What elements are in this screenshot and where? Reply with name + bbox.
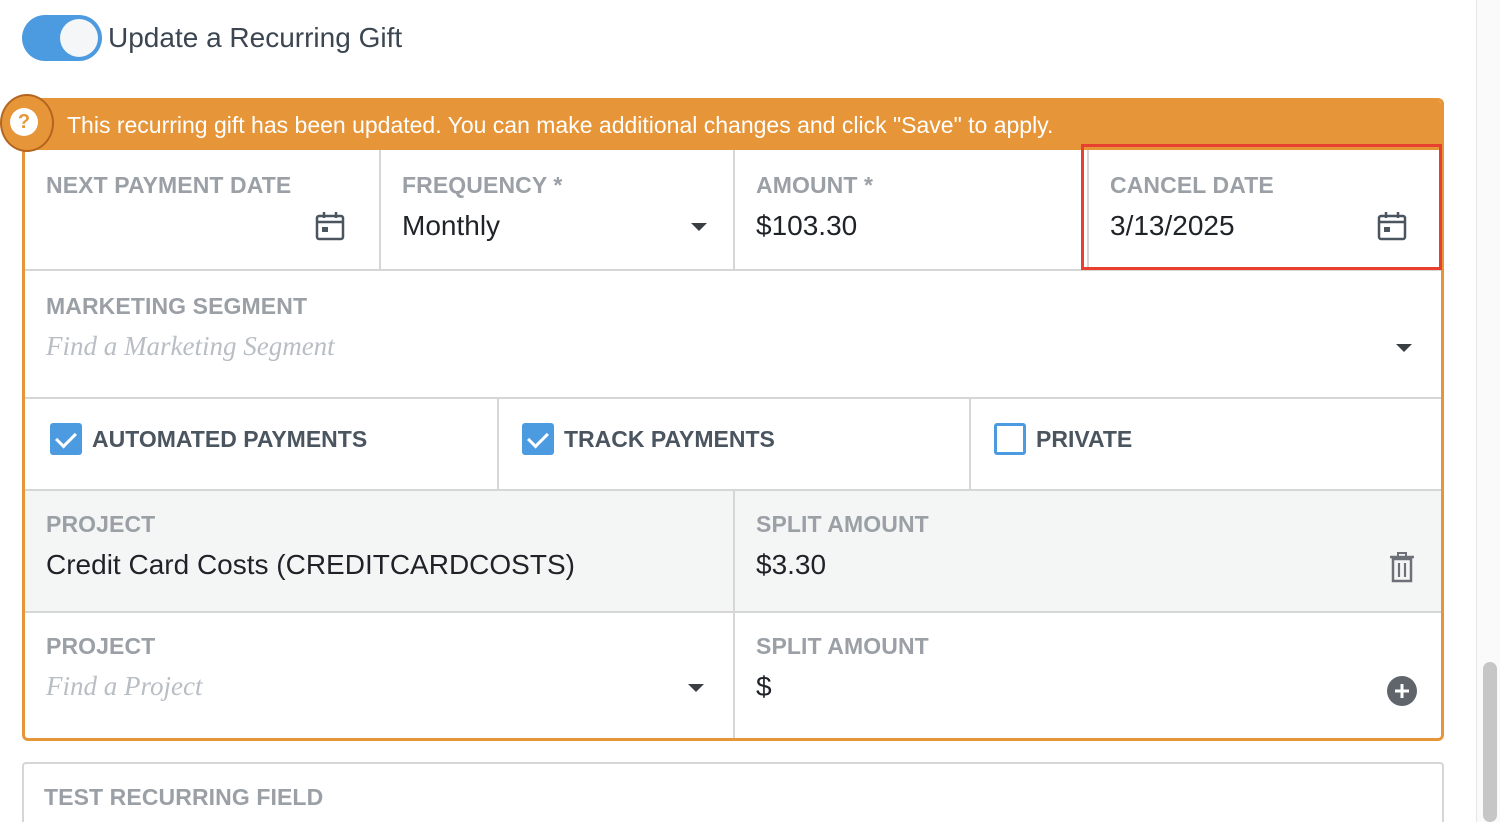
private-option[interactable]: PRIVATE (994, 423, 1132, 455)
private-label: PRIVATE (1036, 425, 1133, 452)
track-payments-label: TRACK PAYMENTS (564, 425, 775, 452)
marketing-segment-field[interactable]: MARKETING SEGMENT Find a Marketing Segme… (25, 271, 1441, 397)
divider (733, 150, 735, 269)
split-amount-label: SPLIT AMOUNT (756, 633, 929, 659)
test-recurring-field[interactable]: TEST RECURRING FIELD (22, 762, 1444, 822)
payment-options-row: AUTOMATED PAYMENTS TRACK PAYMENTS PRIVAT… (25, 399, 1441, 489)
private-checkbox[interactable] (994, 423, 1026, 455)
next-payment-date-label: NEXT PAYMENT DATE (46, 172, 292, 198)
frequency-value: Monthly (402, 210, 501, 241)
project-label: PROJECT (46, 511, 156, 537)
plus-circle-icon[interactable] (1386, 675, 1418, 707)
divider (733, 613, 735, 738)
frequency-label: FREQUENCY * (402, 172, 563, 198)
update-recurring-gift-toggle[interactable] (22, 15, 102, 61)
chevron-down-icon[interactable] (1396, 344, 1412, 352)
frequency-field[interactable]: FREQUENCY * Monthly (381, 150, 733, 269)
amount-field[interactable]: AMOUNT * $103.30 (735, 150, 1087, 269)
marketing-segment-label: MARKETING SEGMENT (46, 293, 308, 319)
automated-payments-option[interactable]: AUTOMATED PAYMENTS (50, 423, 367, 455)
split-amount-label: SPLIT AMOUNT (756, 511, 929, 537)
recurring-gift-toggle-row: Update a Recurring Gift (22, 14, 402, 62)
marketing-segment-placeholder: Find a Marketing Segment (46, 331, 335, 361)
automated-payments-label: AUTOMATED PAYMENTS (92, 425, 368, 452)
divider (733, 491, 735, 611)
toggle-label: Update a Recurring Gift (108, 22, 403, 53)
project-label: PROJECT (46, 633, 156, 659)
toggle-knob (60, 19, 98, 57)
track-payments-checkbox[interactable] (522, 423, 554, 455)
divider (379, 150, 381, 269)
update-banner: This recurring gift has been updated. Yo… (25, 101, 1441, 150)
amount-value: $103.30 (756, 210, 858, 241)
cancel-date-highlight (1081, 144, 1442, 270)
project-field[interactable]: PROJECT Find a Project (25, 613, 733, 738)
calendar-icon[interactable] (314, 210, 346, 242)
split-amount-field[interactable]: SPLIT AMOUNT $3.30 (735, 491, 1441, 611)
trash-icon[interactable] (1386, 551, 1418, 583)
divider (497, 399, 499, 489)
split-amount-value: $3.30 (756, 549, 827, 580)
split-amount-field[interactable]: SPLIT AMOUNT $ (735, 613, 1441, 738)
project-field[interactable]: PROJECT Credit Card Costs (CREDITCARDCOS… (25, 491, 733, 611)
automated-payments-checkbox[interactable] (50, 423, 82, 455)
chevron-down-icon[interactable] (691, 223, 707, 231)
project-value: Credit Card Costs (CREDITCARDCOSTS) (46, 549, 575, 580)
chevron-down-icon[interactable] (688, 684, 704, 692)
split-amount-value: $ (756, 671, 772, 702)
project-placeholder: Find a Project (46, 671, 203, 701)
divider (969, 399, 971, 489)
help-badge[interactable]: ? (0, 94, 54, 154)
scrollbar-thumb[interactable] (1483, 662, 1497, 822)
help-icon: ? (10, 108, 38, 136)
next-payment-date-field[interactable]: NEXT PAYMENT DATE (25, 150, 379, 269)
test-recurring-field-label: TEST RECURRING FIELD (44, 784, 324, 810)
track-payments-option[interactable]: TRACK PAYMENTS (522, 423, 775, 455)
amount-label: AMOUNT * (756, 172, 874, 198)
